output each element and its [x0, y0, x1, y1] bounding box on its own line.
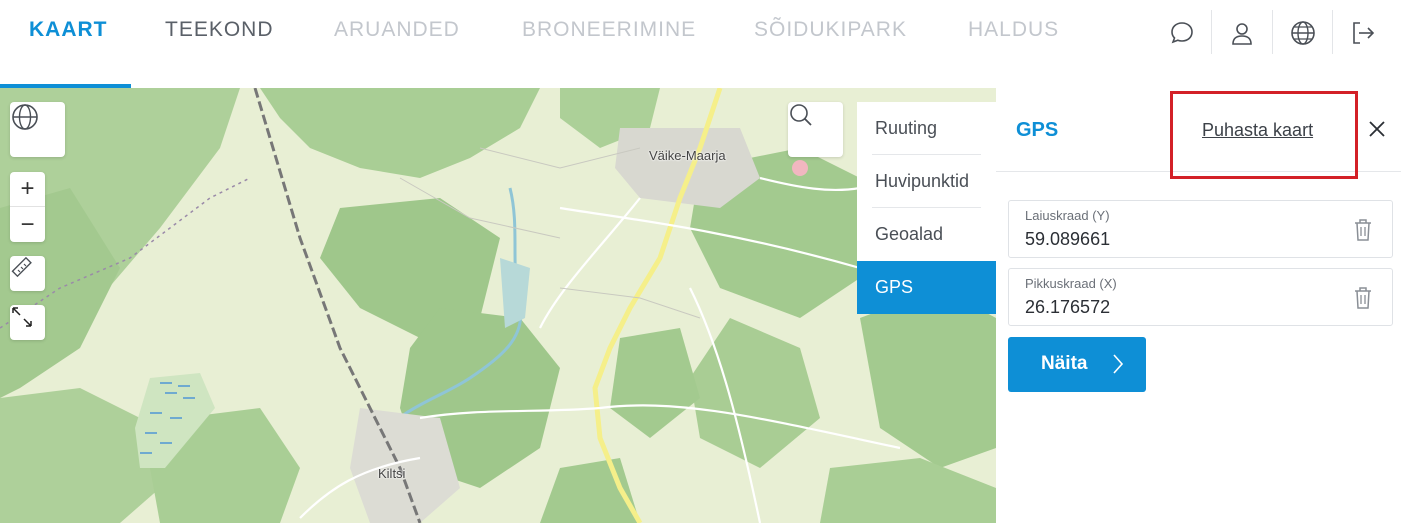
forest-area: [540, 458, 640, 523]
forest-area: [260, 88, 540, 178]
landmark-marker: [792, 160, 808, 176]
forest-area: [820, 458, 996, 523]
expand-icon: [12, 307, 32, 327]
panel-header: GPS Puhasta kaart: [996, 88, 1401, 179]
map-tiles: [0, 88, 996, 523]
show-button-label: Näita: [1041, 353, 1088, 374]
show-location-button[interactable]: Näita: [1008, 337, 1146, 392]
longitude-label: Pikkuskraad (X): [1025, 276, 1117, 291]
menu-item-ruuting[interactable]: Ruuting: [857, 102, 996, 155]
map-search-button[interactable]: [788, 102, 843, 157]
ruler-icon: [11, 256, 32, 278]
menu-item-huvipunktid[interactable]: Huvipunktid: [857, 155, 996, 208]
tab-haldus[interactable]: HALDUS: [968, 18, 1059, 42]
forest-area: [610, 328, 700, 438]
search-icon: [790, 104, 812, 126]
menu-item-geoalad[interactable]: Geoalad: [857, 208, 996, 261]
tab-kaart[interactable]: KAART: [29, 18, 108, 42]
close-panel-button[interactable]: [1366, 118, 1388, 140]
tab-aruanded[interactable]: ARUANDED: [334, 18, 460, 42]
menu-item-gps[interactable]: GPS: [857, 261, 996, 314]
map-canvas[interactable]: Väike-Maarja Kiltsi + −: [0, 88, 996, 523]
globe-icon: [12, 104, 38, 130]
chat-icon[interactable]: [1169, 20, 1195, 46]
nav-divider: [1332, 10, 1333, 54]
clear-latitude-button[interactable]: [1352, 218, 1374, 242]
fullscreen-button[interactable]: [10, 305, 45, 340]
map-tools-menu: Ruuting Huvipunktid Geoalad GPS: [857, 102, 996, 314]
tab-broneerimine[interactable]: BRONEERIMINE: [522, 18, 696, 42]
latitude-field[interactable]: Laiuskraad (Y) 59.089661: [1008, 200, 1393, 258]
top-navigation: KAART TEEKOND ARUANDED BRONEERIMINE SÕID…: [0, 0, 1401, 88]
layers-button[interactable]: [10, 102, 65, 157]
measure-button[interactable]: [10, 256, 45, 291]
nav-divider: [1272, 10, 1273, 54]
longitude-value[interactable]: 26.176572: [1025, 297, 1110, 318]
panel-title: GPS: [1016, 119, 1059, 141]
tab-teekond[interactable]: TEEKOND: [165, 18, 274, 42]
menu-item-label: GPS: [875, 277, 914, 297]
gps-panel: GPS Puhasta kaart Laiuskraad (Y) 59.0896…: [996, 88, 1401, 523]
menu-item-label: Huvipunktid: [875, 171, 970, 191]
close-icon: [1369, 121, 1385, 137]
globe-icon[interactable]: [1290, 20, 1316, 46]
latitude-label: Laiuskraad (Y): [1025, 208, 1110, 223]
map-label-vaike-maarja: Väike-Maarja: [649, 148, 726, 163]
clear-longitude-button[interactable]: [1352, 286, 1374, 310]
logout-icon[interactable]: [1350, 20, 1376, 46]
map-label-kiltsi: Kiltsi: [378, 466, 406, 481]
forest-area: [0, 388, 160, 523]
tab-soidukipark[interactable]: SÕIDUKIPARK: [754, 18, 907, 42]
zoom-out-button[interactable]: −: [10, 207, 45, 242]
latitude-value[interactable]: 59.089661: [1025, 229, 1110, 250]
chevron-right-icon: [1113, 354, 1124, 374]
zoom-in-button[interactable]: +: [10, 172, 45, 207]
nav-divider: [1211, 10, 1212, 54]
pond: [500, 258, 530, 328]
forest-area: [860, 288, 996, 468]
zoom-control: + −: [10, 172, 45, 242]
forest-area: [690, 318, 820, 468]
trash-icon: [1355, 287, 1371, 309]
menu-item-label: Ruuting: [875, 118, 938, 138]
trash-icon: [1355, 219, 1371, 241]
highlight-annotation: [1170, 91, 1358, 179]
menu-item-label: Geoalad: [875, 224, 944, 244]
user-icon[interactable]: [1229, 20, 1255, 46]
longitude-field[interactable]: Pikkuskraad (X) 26.176572: [1008, 268, 1393, 326]
